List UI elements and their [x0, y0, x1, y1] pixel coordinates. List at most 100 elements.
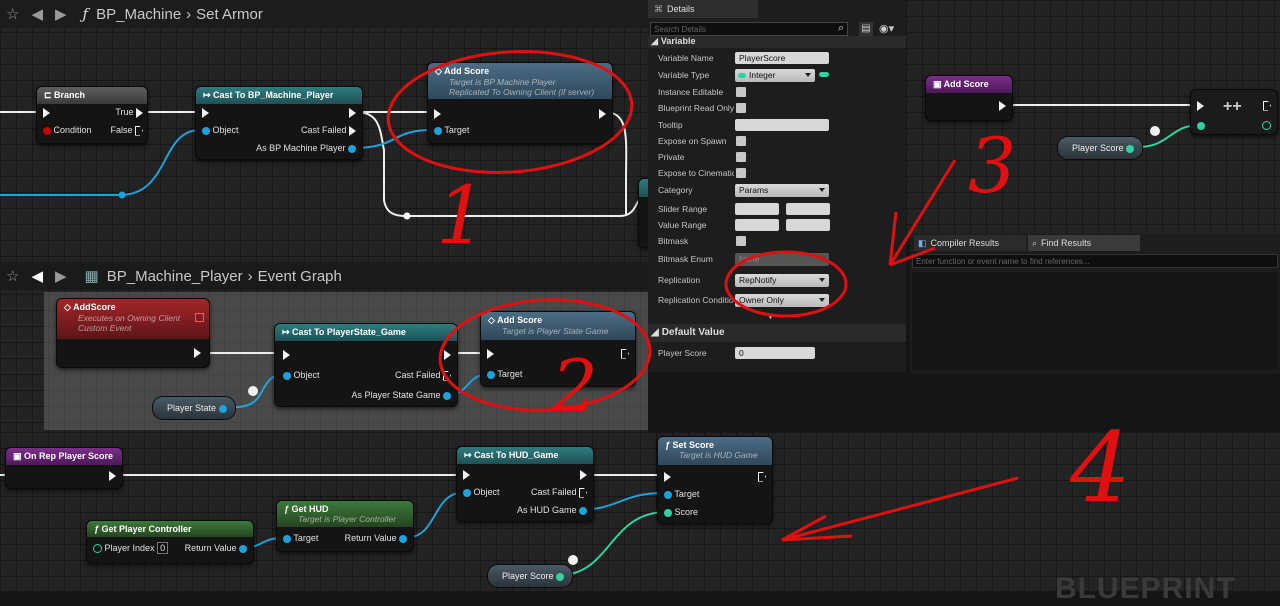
int-in-pin[interactable]: [1197, 120, 1205, 130]
target-pin[interactable]: Target: [487, 369, 522, 379]
tab-label: Find Results: [1041, 238, 1092, 248]
cast-failed-pin[interactable]: Cast Failed: [395, 370, 451, 381]
tab-compiler-results[interactable]: ◧ Compiler Results: [914, 235, 1026, 251]
exec-out-pin[interactable]: [999, 100, 1006, 111]
exec-out-pin[interactable]: [580, 469, 587, 480]
increment-node[interactable]: ++: [1190, 89, 1278, 135]
exec-in-pin[interactable]: [1197, 100, 1204, 111]
event-diamond-icon: ◇: [64, 302, 74, 312]
score-pin[interactable]: Score: [664, 507, 698, 517]
cast-to-playerstate-game-node[interactable]: ↦ Cast To PlayerState_Game Object Cast F…: [274, 323, 458, 407]
condition-pin[interactable]: Condition: [43, 125, 92, 135]
false-pin[interactable]: False: [110, 125, 143, 136]
variable-name-input[interactable]: PlayerScore: [735, 52, 829, 64]
row-label: Blueprint Read Only: [658, 103, 734, 113]
true-pin[interactable]: True: [115, 107, 143, 118]
expose-on-spawn-checkbox[interactable]: [736, 136, 746, 146]
replication-condition-select[interactable]: Owner Only: [735, 294, 829, 307]
category-select[interactable]: Params: [735, 184, 829, 197]
object-pin[interactable]: Object: [202, 125, 239, 135]
container-type-icon[interactable]: [819, 72, 829, 77]
delegate-pin-icon[interactable]: [195, 313, 204, 322]
tab-find-results[interactable]: ⌕ Find Results: [1028, 235, 1140, 251]
tooltip-input[interactable]: [735, 119, 829, 131]
eye-icon[interactable]: ◉▾: [879, 22, 894, 35]
int-out-pin[interactable]: [1262, 120, 1271, 131]
slider-range-min[interactable]: [735, 203, 779, 215]
value-range-min[interactable]: [735, 219, 779, 231]
instance-editable-checkbox[interactable]: [736, 87, 746, 97]
exec-out-pin[interactable]: [444, 349, 451, 360]
pin-label: Cast Failed: [300, 125, 347, 135]
target-pin[interactable]: Target: [434, 125, 469, 135]
details-tab[interactable]: ⌘ Details: [648, 0, 758, 18]
exec-in-pin[interactable]: [463, 469, 470, 480]
exec-out-pin[interactable]: [1263, 100, 1271, 111]
search-icon[interactable]: ⌕: [838, 22, 844, 35]
object-pin[interactable]: Object: [463, 487, 500, 497]
bitmask-checkbox[interactable]: [736, 236, 746, 246]
expose-to-cinematics-checkbox[interactable]: [736, 168, 746, 178]
blueprint-read-only-checkbox[interactable]: [736, 103, 746, 113]
exec-in-pin[interactable]: [487, 348, 494, 359]
exec-in-pin[interactable]: [664, 471, 671, 482]
row-label: Bitmask Enum: [658, 254, 713, 264]
row-bitmask: Bitmask: [648, 233, 894, 249]
advanced-expand-icon[interactable]: ▼: [766, 311, 775, 321]
addscore-custom-event-node[interactable]: ◇ AddScore Executes on Owning Client Cus…: [56, 298, 210, 368]
return-value-pin[interactable]: Return Value: [345, 533, 407, 543]
output-pin[interactable]: [556, 572, 565, 581]
replication-select[interactable]: RepNotify: [735, 274, 829, 287]
player-state-variable-node[interactable]: Player State: [152, 396, 236, 420]
output-pin[interactable]: [1126, 144, 1135, 153]
cast-to-hud-game-node[interactable]: ↦ Cast To HUD_Game Object Cast Failed As…: [456, 446, 594, 522]
exec-in-pin[interactable]: [43, 107, 50, 118]
exec-out-pin[interactable]: [758, 471, 766, 482]
as-bp-machine-player-pin[interactable]: As BP Machine Player: [256, 143, 356, 153]
on-rep-player-score-node[interactable]: ▣ On Rep Player Score: [5, 447, 123, 489]
section-default-value[interactable]: ◢ Default Value: [648, 324, 906, 342]
find-search-input[interactable]: Enter function or event name to find ref…: [912, 254, 1278, 268]
return-value-pin[interactable]: Return Value: [185, 543, 247, 553]
get-player-controller-node[interactable]: ƒ Get Player Controller Player Index 0 R…: [86, 520, 254, 564]
as-hud-game-pin[interactable]: As HUD Game: [517, 505, 587, 515]
variable-type-select[interactable]: Integer: [735, 69, 815, 82]
default-value-input[interactable]: 0: [735, 347, 815, 359]
exec-out-pin[interactable]: [194, 347, 201, 358]
node-subtitle: Target is HUD Game: [679, 450, 758, 460]
player-index-pin[interactable]: Player Index 0: [93, 542, 169, 554]
cursor-icon: [248, 386, 258, 396]
value-range-max[interactable]: [786, 219, 830, 231]
add-score-event-node-right[interactable]: ▣ Add Score: [925, 75, 1013, 121]
private-checkbox[interactable]: [736, 152, 746, 162]
object-pin[interactable]: Object: [283, 370, 320, 380]
cast-failed-pin[interactable]: Cast Failed: [301, 125, 356, 136]
target-pin[interactable]: Target: [283, 533, 318, 543]
pin-label: Target: [293, 533, 319, 543]
node-subtitle: Custom Event: [78, 323, 132, 333]
exec-in-pin[interactable]: [283, 349, 290, 360]
annotation-number-3: 3: [968, 121, 1017, 210]
player-index-input[interactable]: 0: [157, 542, 169, 554]
exec-out-pin[interactable]: [349, 107, 356, 118]
target-pin[interactable]: Target: [664, 489, 699, 499]
section-variable[interactable]: ◢ Variable: [648, 36, 906, 48]
get-hud-node[interactable]: ƒ Get HUD Target is Player Controller Ta…: [276, 500, 414, 552]
exec-out-pin[interactable]: [109, 470, 116, 481]
exec-in-pin[interactable]: [434, 108, 441, 119]
player-score-variable-node-right[interactable]: Player Score: [1057, 136, 1144, 160]
exec-out-pin[interactable]: [621, 348, 629, 359]
output-pin[interactable]: [218, 404, 227, 413]
details-search-input[interactable]: Search Details: [650, 22, 848, 36]
cast-to-bp-machine-player-node[interactable]: ↦ Cast To BP_Machine_Player Object Cast …: [195, 86, 363, 160]
as-player-state-game-pin[interactable]: As Player State Game: [351, 390, 451, 400]
player-score-variable-node-bottom[interactable]: Player Score: [487, 564, 574, 588]
branch-node[interactable]: ⊏ Branch Condition True False: [36, 86, 148, 144]
exec-in-pin[interactable]: [202, 107, 209, 118]
cast-failed-pin[interactable]: Cast Failed: [531, 487, 587, 498]
exec-out-pin[interactable]: [599, 108, 606, 119]
property-matrix-icon[interactable]: ▤: [859, 22, 873, 36]
add-score-node-top[interactable]: ◇ Add Score Target is BP Machine Player …: [427, 62, 613, 144]
slider-range-max[interactable]: [786, 203, 830, 215]
set-score-node[interactable]: ƒ Set Score Target is HUD Game Target Sc…: [657, 436, 773, 524]
